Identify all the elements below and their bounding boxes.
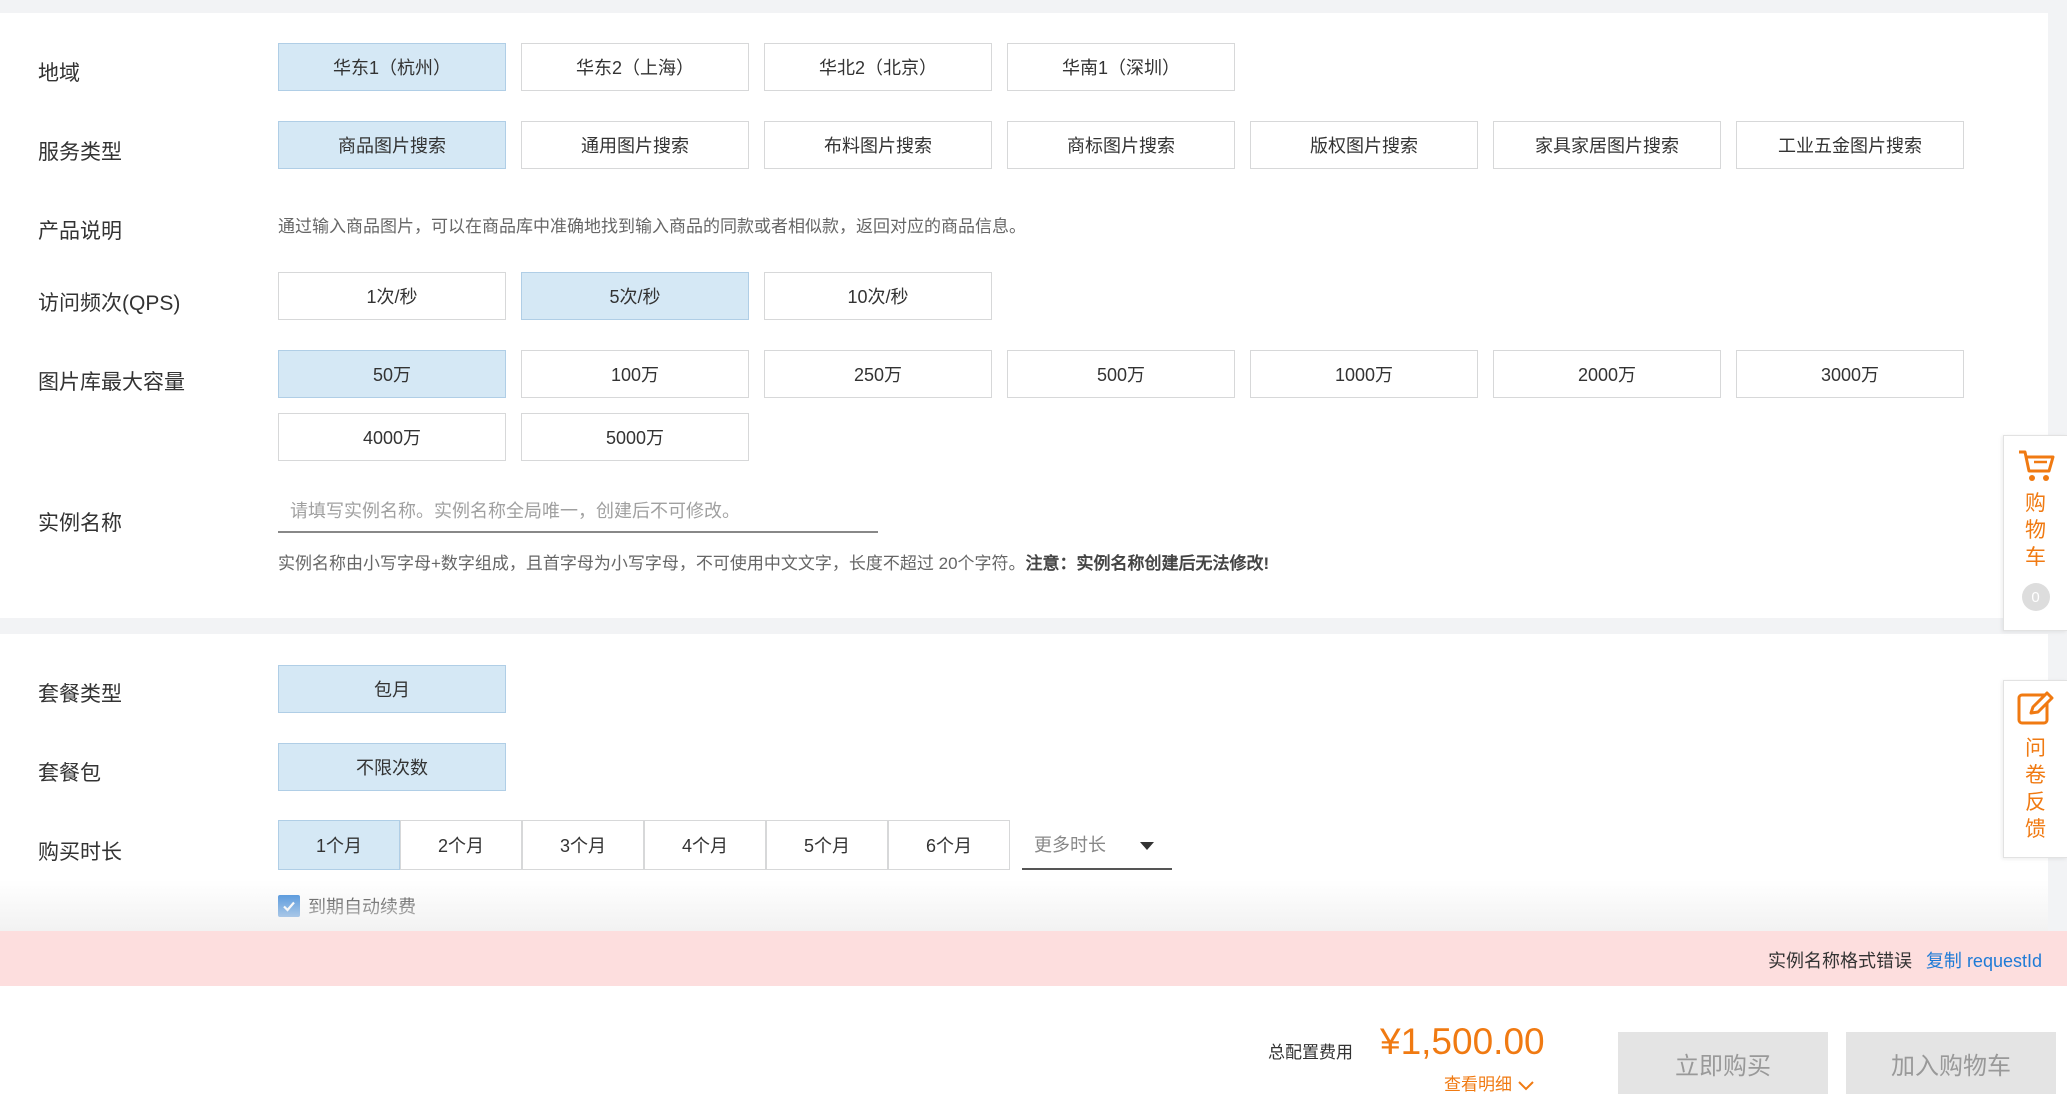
region-label: 地域	[38, 62, 80, 85]
service-option-general[interactable]: 通用图片搜索	[521, 121, 749, 169]
service-option-copyright[interactable]: 版权图片搜索	[1250, 121, 1478, 169]
duration-option-5[interactable]: 5个月	[766, 820, 888, 870]
package-label: 套餐包	[38, 762, 101, 785]
qps-label: 访问频次(QPS)	[38, 292, 181, 315]
capacity-option-500w[interactable]: 500万	[1007, 350, 1235, 398]
capacity-option-2000w[interactable]: 2000万	[1493, 350, 1721, 398]
edit-icon	[2017, 691, 2053, 725]
package-type-option-monthly[interactable]: 包月	[278, 665, 506, 713]
service-option-fabric[interactable]: 布料图片搜索	[764, 121, 992, 169]
order-footer: 总配置费用 ¥1,500.00 查看明细 立即购买 加入购物车	[0, 986, 2067, 1102]
region-option-hangzhou[interactable]: 华东1（杭州）	[278, 43, 506, 91]
service-option-furniture[interactable]: 家具家居图片搜索	[1493, 121, 1721, 169]
total-fee-label: 总配置费用	[1268, 1043, 1353, 1062]
chevron-down-icon	[1518, 1080, 1534, 1090]
capacity-option-3000w[interactable]: 3000万	[1736, 350, 1964, 398]
duration-option-6[interactable]: 6个月	[888, 820, 1010, 870]
capacity-option-5000w[interactable]: 5000万	[521, 413, 749, 461]
capacity-label: 图片库最大容量	[38, 371, 185, 394]
checkmark-icon	[278, 895, 300, 917]
more-duration-label: 更多时长	[1034, 835, 1106, 855]
cart-icon	[2018, 450, 2054, 481]
cart-count-badge: 0	[2021, 583, 2050, 611]
instance-name-input[interactable]	[278, 491, 878, 533]
auto-renew-checkbox[interactable]: 到期自动续费	[278, 893, 416, 919]
region-option-beijing[interactable]: 华北2（北京）	[764, 43, 992, 91]
product-desc-label: 产品说明	[38, 220, 122, 243]
view-details-label: 查看明细	[1444, 1075, 1512, 1094]
service-type-label: 服务类型	[38, 141, 122, 164]
package-option-unlimited[interactable]: 不限次数	[278, 743, 506, 791]
duration-option-1[interactable]: 1个月	[278, 820, 400, 870]
service-option-trademark[interactable]: 商标图片搜索	[1007, 121, 1235, 169]
instance-name-hint: 实例名称由小写字母+数字组成，且首字母为小写字母，不可使用中文文字，长度不超过 …	[278, 549, 1269, 574]
duration-option-3[interactable]: 3个月	[522, 820, 644, 870]
region-option-shanghai[interactable]: 华东2（上海）	[521, 43, 749, 91]
capacity-option-1000w[interactable]: 1000万	[1250, 350, 1478, 398]
capacity-option-100w[interactable]: 100万	[521, 350, 749, 398]
float-survey-label: 问卷反馈	[2025, 737, 2046, 841]
error-message: 实例名称格式错误	[1768, 951, 1912, 971]
capacity-option-4000w[interactable]: 4000万	[278, 413, 506, 461]
duration-label: 购买时长	[38, 841, 122, 864]
qps-option-1[interactable]: 1次/秒	[278, 272, 506, 320]
total-fee-value: ¥1,500.00	[1380, 1021, 1545, 1062]
float-survey-button[interactable]: 问卷反馈	[2003, 680, 2067, 858]
service-option-product[interactable]: 商品图片搜索	[278, 121, 506, 169]
auto-renew-label: 到期自动续费	[308, 897, 416, 917]
capacity-option-250w[interactable]: 250万	[764, 350, 992, 398]
float-cart-label: 购物车	[2025, 492, 2046, 569]
instance-name-hint-text: 实例名称由小写字母+数字组成，且首字母为小写字母，不可使用中文文字，长度不超过 …	[278, 554, 1026, 573]
qps-option-5[interactable]: 5次/秒	[521, 272, 749, 320]
duration-option-2[interactable]: 2个月	[400, 820, 522, 870]
view-details-link[interactable]: 查看明细	[1444, 1070, 1535, 1095]
purchase-page: 地域 华东1（杭州） 华东2（上海） 华北2（北京） 华南1（深圳） 服务类型 …	[0, 0, 2067, 1102]
capacity-option-50w[interactable]: 50万	[278, 350, 506, 398]
service-option-hardware[interactable]: 工业五金图片搜索	[1736, 121, 1964, 169]
copy-requestid-link[interactable]: 复制 requestId	[1926, 947, 2042, 973]
caret-down-icon	[1140, 842, 1154, 850]
add-to-cart-button[interactable]: 加入购物车	[1846, 1032, 2056, 1094]
buy-now-button[interactable]: 立即购买	[1618, 1032, 1828, 1094]
qps-option-10[interactable]: 10次/秒	[764, 272, 992, 320]
package-type-label: 套餐类型	[38, 683, 122, 706]
more-duration-select[interactable]: 更多时长	[1022, 820, 1172, 870]
instance-name-label: 实例名称	[38, 512, 122, 535]
error-bar: 实例名称格式错误 复制 requestId	[0, 931, 2067, 986]
region-option-shenzhen[interactable]: 华南1（深圳）	[1007, 43, 1235, 91]
float-cart-button[interactable]: 购物车 0	[2003, 435, 2067, 631]
product-desc-text: 通过输入商品图片，可以在商品库中准确地找到输入商品的同款或者相似款，返回对应的商…	[278, 217, 1026, 236]
instance-name-hint-warning: 注意：实例名称创建后无法修改!	[1025, 554, 1270, 573]
duration-option-4[interactable]: 4个月	[644, 820, 766, 870]
